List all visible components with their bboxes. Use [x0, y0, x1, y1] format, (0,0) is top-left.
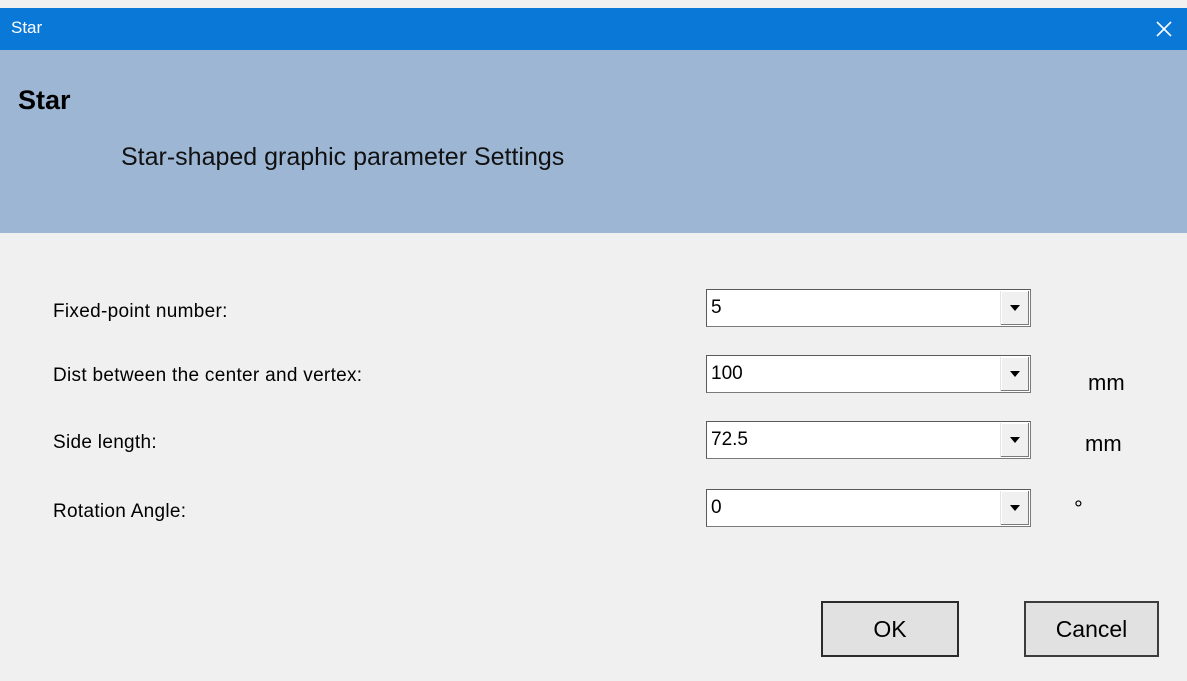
close-icon	[1156, 21, 1172, 37]
rotation-angle-dropdown-button[interactable]	[1000, 491, 1029, 525]
center-vertex-distance-combo[interactable]: 100	[706, 355, 1031, 393]
window-title: Star	[11, 18, 43, 37]
title-bar: Star	[0, 8, 1187, 50]
center-vertex-distance-dropdown-button[interactable]	[1000, 357, 1029, 391]
side-length-unit: mm	[1085, 431, 1122, 456]
center-vertex-distance-label: Dist between the center and vertex:	[53, 365, 363, 386]
center-vertex-distance-unit: mm	[1088, 370, 1125, 395]
fixed-point-number-dropdown-button[interactable]	[1000, 291, 1029, 325]
cancel-button[interactable]: Cancel	[1024, 601, 1159, 657]
chevron-down-icon	[1010, 505, 1020, 511]
chevron-down-icon	[1010, 305, 1020, 311]
rotation-angle-combo[interactable]: 0	[706, 489, 1031, 527]
chevron-down-icon	[1010, 437, 1020, 443]
fixed-point-number-value[interactable]: 5	[711, 297, 722, 319]
center-vertex-distance-value[interactable]: 100	[711, 363, 743, 385]
fixed-point-number-combo[interactable]: 5	[706, 289, 1031, 327]
close-button[interactable]	[1141, 8, 1187, 50]
rotation-angle-label: Rotation Angle:	[53, 501, 187, 522]
side-length-label: Side length:	[53, 432, 157, 453]
dialog-header: Star Star-shaped graphic parameter Setti…	[0, 50, 1187, 233]
dialog-subheading: Star-shaped graphic parameter Settings	[121, 143, 565, 171]
ok-button[interactable]: OK	[821, 601, 959, 657]
rotation-angle-unit: °	[1074, 496, 1083, 521]
chevron-down-icon	[1010, 371, 1020, 377]
side-length-combo[interactable]: 72.5	[706, 421, 1031, 459]
side-length-dropdown-button[interactable]	[1000, 423, 1029, 457]
fixed-point-number-label: Fixed-point number:	[53, 301, 228, 322]
dialog-heading: Star	[18, 85, 71, 115]
rotation-angle-value[interactable]: 0	[711, 497, 722, 519]
side-length-value[interactable]: 72.5	[711, 429, 748, 451]
